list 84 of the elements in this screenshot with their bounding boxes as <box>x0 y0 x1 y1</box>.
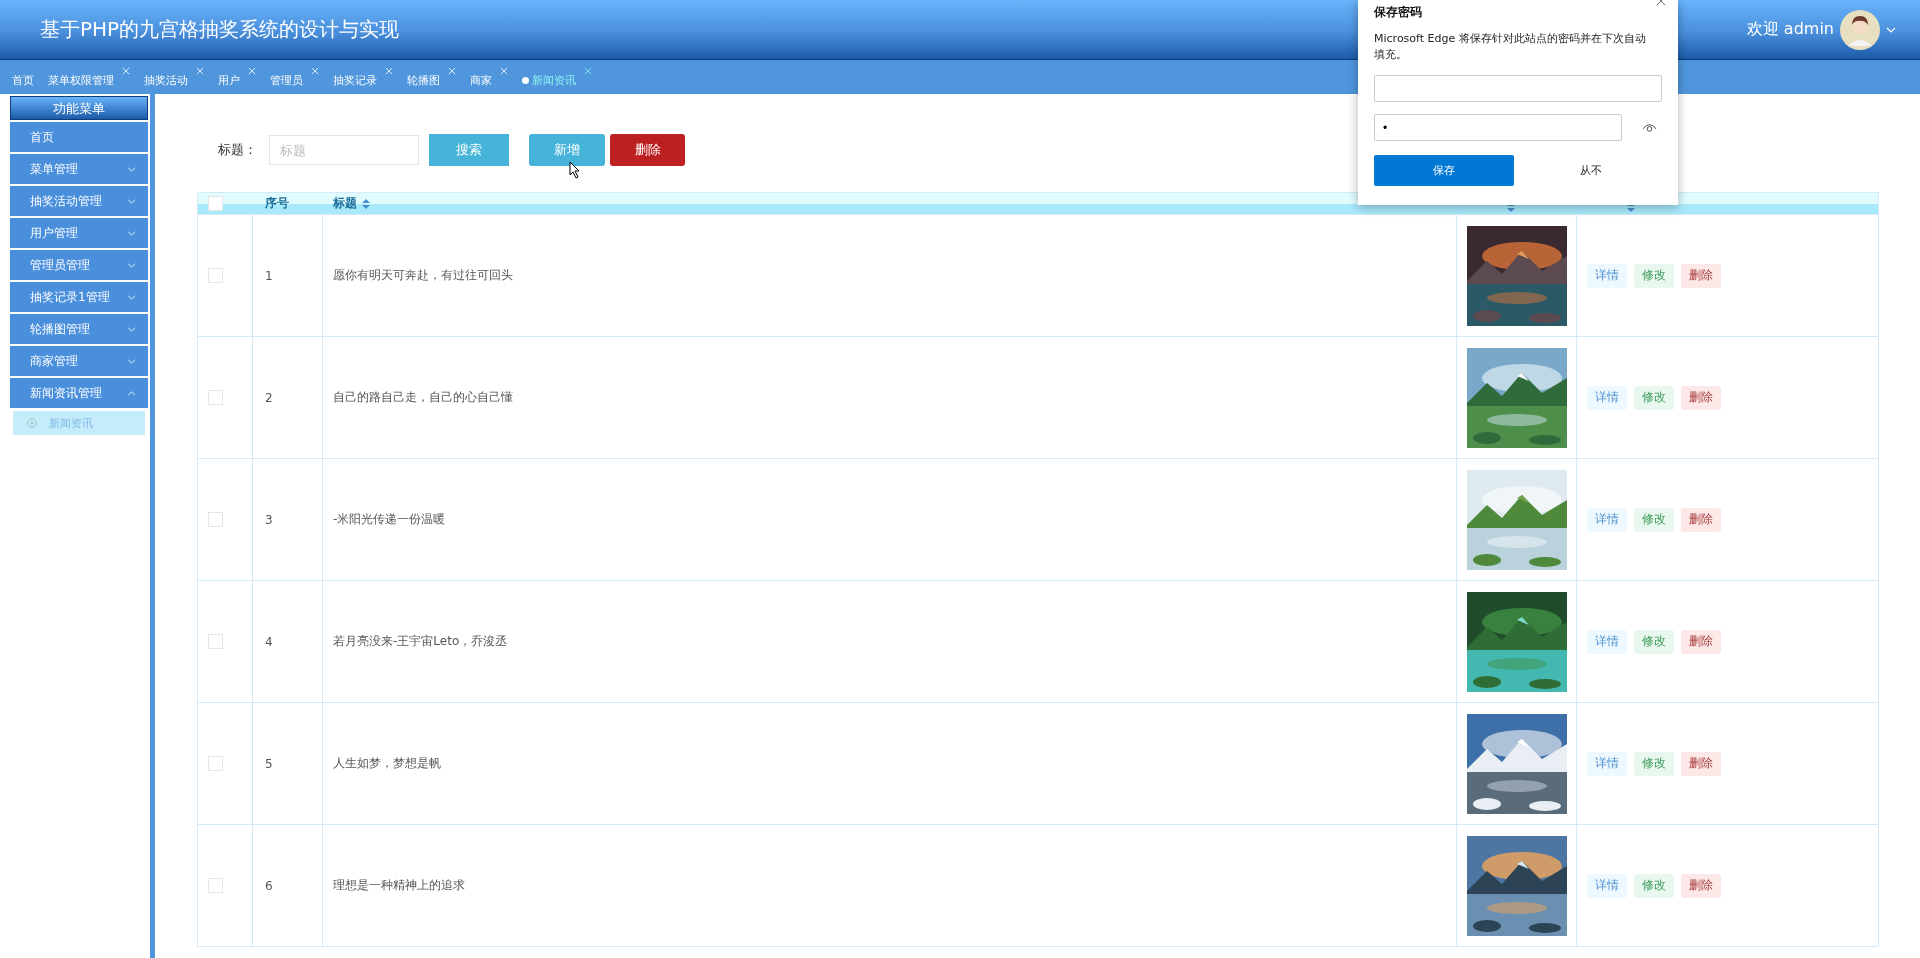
delete-button[interactable]: 删除 <box>610 134 685 166</box>
sidebar-item[interactable]: 抽奖记录1管理 <box>10 282 148 312</box>
table-cell: 5 <box>265 756 273 771</box>
delete-button[interactable]: 删除 <box>1681 263 1721 288</box>
submenu-item[interactable]: 新闻资讯 <box>12 410 146 436</box>
detail-button[interactable]: 详情 <box>1587 385 1627 410</box>
table-cell: 若月亮没来-王宇宙Leto，乔浚丞 <box>333 633 508 650</box>
table-cell: 3 <box>265 512 273 527</box>
password-field[interactable]: • <box>1374 114 1622 141</box>
dialog-title: 保存密码 <box>1374 4 1423 21</box>
detail-button[interactable]: 详情 <box>1587 507 1627 532</box>
welcome-text: 欢迎 admin <box>1746 19 1834 40</box>
sidebar-item[interactable]: 管理员管理 <box>10 250 148 280</box>
delete-button[interactable]: 删除 <box>1681 873 1721 898</box>
sidebar-item[interactable]: 用户管理 <box>10 218 148 248</box>
table-cell: 理想是一种精神上的追求 <box>333 877 465 894</box>
play-icon <box>27 418 37 428</box>
sidebar-item[interactable]: 新闻资讯管理 <box>10 378 148 408</box>
sidebar-item[interactable]: 抽奖活动管理 <box>10 186 148 216</box>
table-cell: 4 <box>265 634 273 649</box>
table-cell: 6 <box>265 878 273 893</box>
sidebar-item[interactable]: 首页 <box>10 122 148 152</box>
delete-button[interactable]: 删除 <box>1681 629 1721 654</box>
tab[interactable]: 用户 <box>218 66 240 88</box>
row-checkbox[interactable] <box>208 268 223 283</box>
detail-button[interactable]: 详情 <box>1587 751 1627 776</box>
search-button[interactable]: 搜索 <box>429 134 509 166</box>
detail-button[interactable]: 详情 <box>1587 629 1627 654</box>
delete-button[interactable]: 删除 <box>1681 751 1721 776</box>
select-all-checkbox[interactable] <box>208 196 223 211</box>
delete-button[interactable]: 删除 <box>1681 507 1721 532</box>
menu-title: 功能菜单 <box>10 96 148 120</box>
edit-button[interactable]: 修改 <box>1634 385 1674 410</box>
edit-button[interactable]: 修改 <box>1634 751 1674 776</box>
table-cell: 2 <box>265 390 273 405</box>
table-cell: 人生如梦，梦想是帆 <box>333 755 441 772</box>
row-checkbox[interactable] <box>208 878 223 893</box>
title-search-field[interactable]: 标题 <box>269 135 419 165</box>
tab[interactable]: 商家 <box>470 66 492 88</box>
dialog-message: Microsoft Edge 将保存针对此站点的密码并在下次自动填充。 <box>1374 31 1647 63</box>
edit-button[interactable]: 修改 <box>1634 629 1674 654</box>
chevron-up-icon <box>127 390 136 396</box>
title-label: 标题： <box>218 141 257 159</box>
delete-button[interactable]: 删除 <box>1681 385 1721 410</box>
tab[interactable]: 抽奖记录 <box>333 66 377 88</box>
sort-icon[interactable] <box>362 198 370 209</box>
detail-button[interactable]: 详情 <box>1587 263 1627 288</box>
chevron-down-icon <box>127 166 136 172</box>
column-header[interactable]: 标题 <box>333 195 357 212</box>
site-title: 基于PHP的九宫格抽奖系统的设计与实现 <box>40 16 400 43</box>
chevron-down-icon <box>127 198 136 204</box>
tab[interactable]: 管理员 <box>270 66 303 88</box>
row-checkbox[interactable] <box>208 390 223 405</box>
table-cell: 1 <box>265 268 273 283</box>
mouse-cursor-icon <box>569 161 581 179</box>
sidebar-item[interactable]: 轮播图管理 <box>10 314 148 344</box>
sidebar-item[interactable]: 菜单管理 <box>10 154 148 184</box>
chevron-down-icon <box>127 262 136 268</box>
row-checkbox[interactable] <box>208 634 223 649</box>
table-cell: 愿你有明天可奔赴，有过往可回头 <box>333 267 513 284</box>
tab[interactable]: 菜单权限管理 <box>48 66 114 88</box>
chevron-down-icon <box>127 294 136 300</box>
chevron-down-icon <box>127 358 136 364</box>
chevron-down-icon <box>127 230 136 236</box>
save-button[interactable]: 保存 <box>1374 155 1514 186</box>
row-checkbox[interactable] <box>208 512 223 527</box>
chevron-down-icon <box>127 326 136 332</box>
chevron-down-icon[interactable] <box>1886 26 1896 33</box>
table-cell: -米阳光传递一份温暖 <box>333 511 446 528</box>
username-field[interactable] <box>1374 75 1662 102</box>
tab[interactable]: 抽奖活动 <box>144 66 188 88</box>
detail-button[interactable]: 详情 <box>1587 873 1627 898</box>
avatar-icon[interactable] <box>1840 9 1880 50</box>
sidebar-item[interactable]: 商家管理 <box>10 346 148 376</box>
tab[interactable]: 新闻资讯 <box>522 66 576 88</box>
never-button[interactable]: 从不 <box>1574 162 1608 179</box>
row-checkbox[interactable] <box>208 756 223 771</box>
tab[interactable]: 首页 <box>12 66 34 88</box>
edit-button[interactable]: 修改 <box>1634 263 1674 288</box>
edit-button[interactable]: 修改 <box>1634 873 1674 898</box>
table-cell: 自己的路自己走，自己的心自己懂 <box>333 389 513 406</box>
edit-button[interactable]: 修改 <box>1634 507 1674 532</box>
column-header[interactable]: 序号 <box>265 195 289 212</box>
tab[interactable]: 轮播图 <box>407 66 440 88</box>
